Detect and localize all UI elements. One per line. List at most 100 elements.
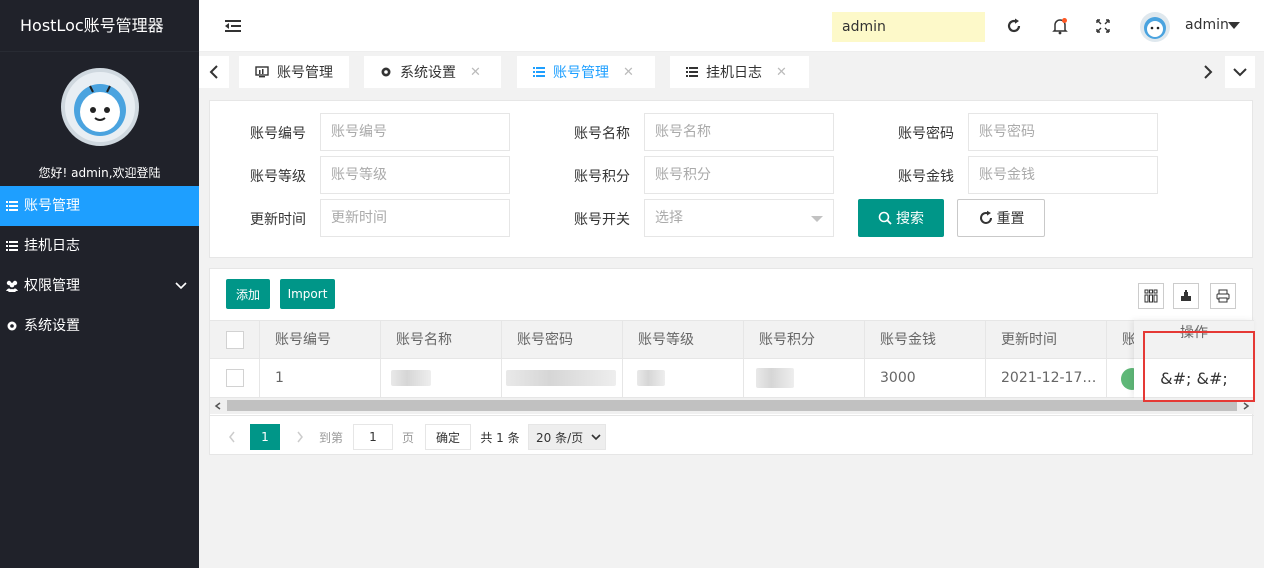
page-unit-label: 页 <box>401 430 414 445</box>
account-id-input[interactable]: 账号编号 <box>320 113 510 151</box>
field-label-points: 账号积分 <box>574 169 630 185</box>
redacted-mask <box>506 370 616 386</box>
tab-logs[interactable]: 挂机日志 ✕ <box>670 56 809 88</box>
sidebar-item-logs[interactable]: 挂机日志 <box>0 226 199 266</box>
chevron-left-icon <box>229 431 235 443</box>
goto-confirm-button[interactable]: 确定 <box>425 424 471 450</box>
top-header: admin admin <box>199 0 1264 52</box>
sidebar-avatar-wrap <box>0 52 199 146</box>
chevron-down-icon <box>1233 68 1247 77</box>
reset-button[interactable]: 重置 <box>957 199 1045 237</box>
gear-icon <box>380 66 392 78</box>
tab-label: 账号管理 <box>553 65 609 81</box>
app-logo[interactable]: HostLoc账号管理器 <box>0 0 199 52</box>
chevron-right-icon <box>1204 65 1213 79</box>
bell-icon[interactable] <box>1050 16 1070 36</box>
list-icon <box>0 200 24 212</box>
cell-money: 3000 <box>865 359 986 397</box>
table-header: 账号编号 账号名称 账号密码 账号等级 账号积分 账号金钱 更新时间 账 <box>210 320 1254 359</box>
caret-down-icon[interactable] <box>1228 22 1240 29</box>
cell-updated: 2021-12-17… <box>986 359 1107 397</box>
account-points-input[interactable]: 账号积分 <box>644 156 834 194</box>
tab-account-home[interactable]: 账号管理 <box>239 56 349 88</box>
account-level-input[interactable]: 账号等级 <box>320 156 510 194</box>
search-button[interactable]: 搜索 <box>858 199 944 237</box>
page-size-value: 20 条/页 <box>536 430 584 445</box>
avatar[interactable] <box>60 68 139 146</box>
column-header[interactable]: 账号金钱 <box>865 321 986 359</box>
account-money-input[interactable]: 账号金钱 <box>968 156 1158 194</box>
account-password-input[interactable]: 账号密码 <box>968 113 1158 151</box>
field-label-password: 账号密码 <box>898 126 954 142</box>
account-name-input[interactable]: 账号名称 <box>644 113 834 151</box>
close-icon[interactable]: ✕ <box>776 65 787 80</box>
page-size-select[interactable]: 20 条/页 <box>528 424 606 450</box>
add-button[interactable]: 添加 <box>226 279 270 309</box>
goto-page-input[interactable]: 1 <box>353 424 393 450</box>
account-switch-select[interactable]: 选择 <box>644 199 834 237</box>
users-icon <box>0 280 24 292</box>
monitor-icon <box>255 66 269 78</box>
column-header[interactable]: 账号积分 <box>744 321 865 359</box>
tabs-prev-button[interactable] <box>199 56 229 88</box>
chevron-down-icon[interactable] <box>175 266 187 306</box>
tab-account-active[interactable]: 账号管理 ✕ <box>517 56 655 88</box>
tabs-menu-button[interactable] <box>1225 56 1255 88</box>
tab-settings[interactable]: 系统设置 ✕ <box>364 56 501 88</box>
column-header[interactable]: 账号等级 <box>623 321 744 359</box>
close-icon[interactable]: ✕ <box>470 65 481 80</box>
redacted-mask <box>391 370 431 386</box>
select-all-checkbox[interactable] <box>226 331 244 349</box>
column-header[interactable]: 更新时间 <box>986 321 1107 359</box>
total-count: 共 1 条 <box>480 430 520 445</box>
tabs-next-button[interactable] <box>1193 56 1223 88</box>
field-label-name: 账号名称 <box>574 126 630 142</box>
search-icon <box>878 211 892 225</box>
header-avatar[interactable] <box>1140 12 1170 42</box>
scrollbar-thumb[interactable] <box>227 400 1237 411</box>
column-header[interactable]: 账号密码 <box>502 321 623 359</box>
fullscreen-icon[interactable] <box>1093 16 1113 36</box>
pagination: 1 到第 1 页 确定 共 1 条 20 条/页 <box>210 415 1254 455</box>
redacted-mask <box>637 370 665 386</box>
tabs-bar: 账号管理 系统设置 ✕ 账号管理 ✕ 挂机日志 ✕ <box>199 52 1264 92</box>
header-username[interactable]: admin <box>1185 17 1229 33</box>
sidebar-item-settings[interactable]: 系统设置 <box>0 306 199 346</box>
column-header[interactable]: 账号名称 <box>381 321 502 359</box>
list-icon <box>0 240 24 252</box>
next-page-button[interactable] <box>290 424 310 450</box>
tab-label: 账号管理 <box>277 65 333 81</box>
import-button[interactable]: Import <box>280 279 335 309</box>
horizontal-scrollbar[interactable] <box>210 398 1254 414</box>
print-icon[interactable] <box>1210 283 1236 309</box>
scroll-right-icon[interactable] <box>1238 398 1254 414</box>
cell-id: 1 <box>260 359 381 397</box>
updated-time-input[interactable]: 更新时间 <box>320 199 510 237</box>
field-label-level: 账号等级 <box>250 169 306 185</box>
scroll-left-icon[interactable] <box>210 398 226 414</box>
list-icon <box>533 66 545 78</box>
export-icon[interactable] <box>1173 283 1199 309</box>
fixed-actions-column: 操作 &#; &#; <box>1134 320 1254 398</box>
sidebar-item-label: 权限管理 <box>24 278 80 294</box>
sidebar: HostLoc账号管理器 您好! admin,欢迎登陆 账号管理 挂机日志 权限… <box>0 0 199 568</box>
menu-fold-icon[interactable] <box>223 16 243 36</box>
refresh-icon[interactable] <box>1004 16 1024 36</box>
close-icon[interactable]: ✕ <box>623 65 634 80</box>
data-table-card: 添加 Import 账号编号 账号名称 账号密码 账号等级 账号积分 账号金钱 … <box>209 268 1254 455</box>
row-actions[interactable]: &#; &#; <box>1134 359 1254 398</box>
search-form: 账号编号 账号编号 账号名称 账号名称 账号密码 账号密码 账号等级 账号等级 … <box>209 100 1253 258</box>
cell-password <box>502 359 623 397</box>
column-header[interactable]: 账号编号 <box>260 321 381 359</box>
field-label-updated: 更新时间 <box>250 212 306 228</box>
sidebar-item-permissions[interactable]: 权限管理 <box>0 266 199 306</box>
tab-label: 系统设置 <box>400 65 456 81</box>
sidebar-item-label: 挂机日志 <box>24 238 80 254</box>
table-row[interactable]: 1 3000 2021-12-17… <box>210 359 1254 398</box>
columns-filter-icon[interactable] <box>1138 283 1164 309</box>
row-checkbox[interactable] <box>226 369 244 387</box>
prev-page-button[interactable] <box>220 424 244 450</box>
page-number-current[interactable]: 1 <box>250 424 280 450</box>
header-search-input[interactable]: admin <box>832 12 985 42</box>
sidebar-item-account[interactable]: 账号管理 <box>0 186 199 226</box>
